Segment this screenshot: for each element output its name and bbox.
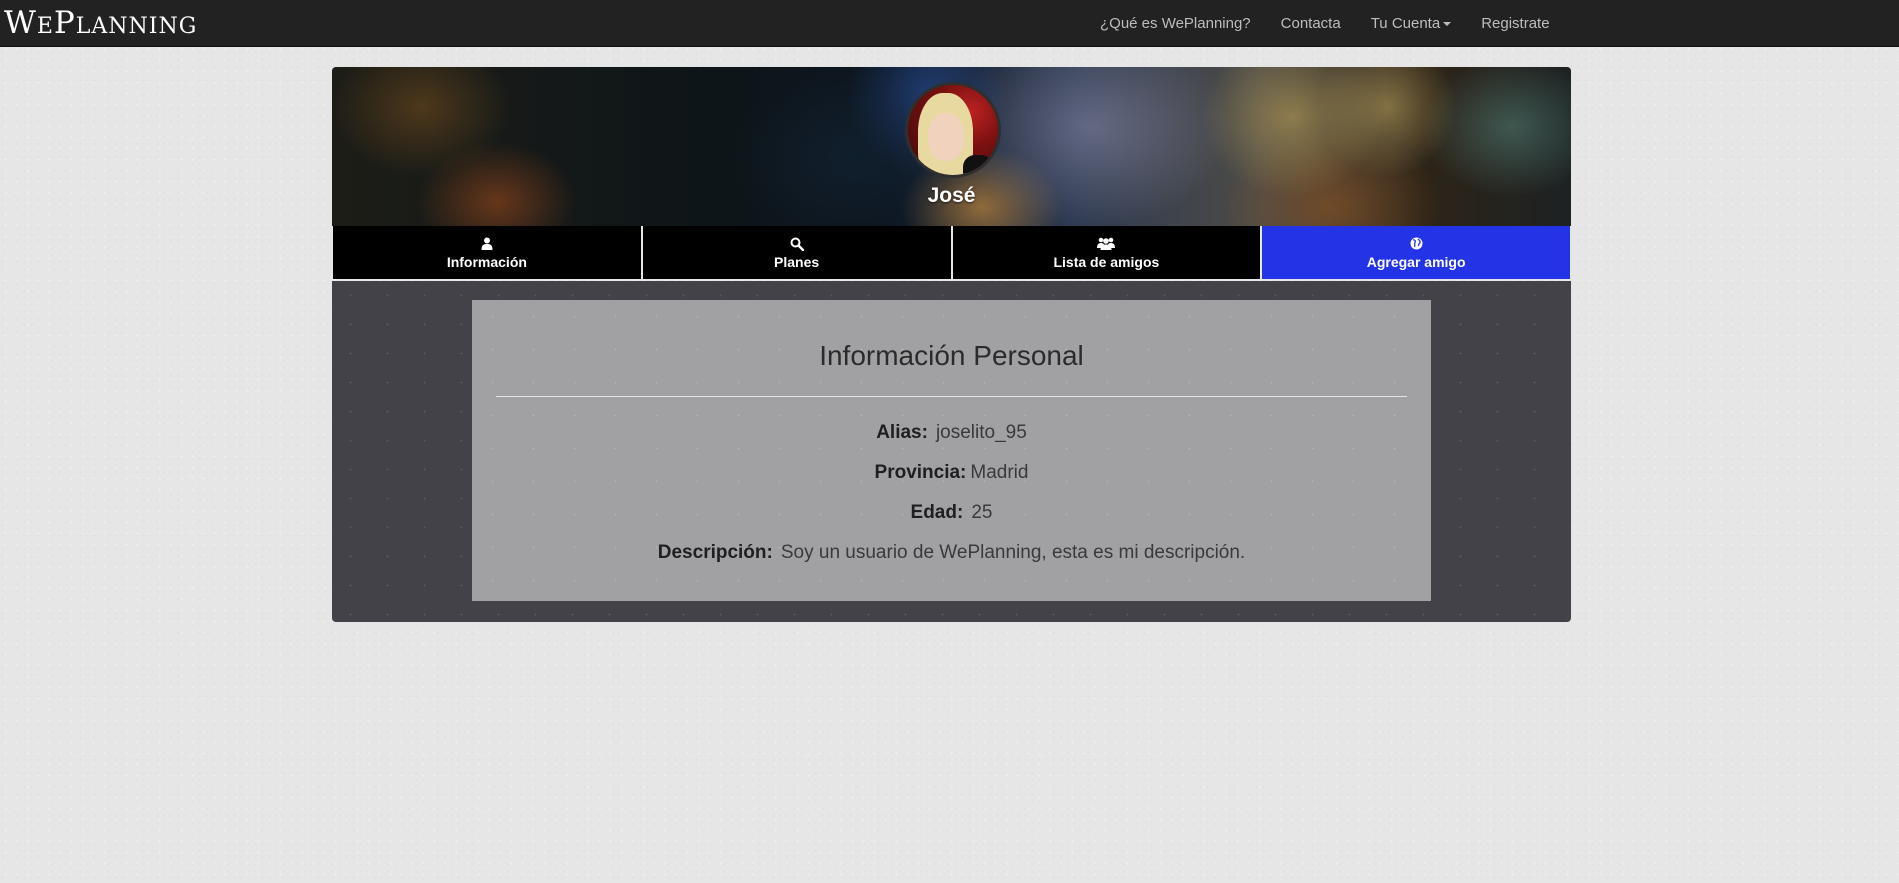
tab-agregar-amigo-label: Agregar amigo [1366,253,1466,270]
tab-planes-label: Planes [774,253,820,270]
nav-contact-link[interactable]: Contacta [1266,0,1356,47]
nav-menu: ¿Qué es WePlanning? Contacta Tu Cuenta R… [1085,0,1565,47]
nav-account-label: Tu Cuenta [1370,15,1441,32]
alias-value: joselito_95 [935,422,1027,443]
personal-info-card: Información Personal Alias: joselito_95 P… [472,300,1431,601]
tab-lista-amigos-label: Lista de amigos [1053,253,1160,270]
profile-name: José [927,184,976,207]
search-icon [790,236,804,252]
province-label: Provincia: [874,462,967,483]
alias-label: Alias: [876,422,928,443]
profile-cover: José [332,67,1571,226]
users-icon [1097,236,1116,252]
nav-account-dropdown[interactable]: Tu Cuenta [1356,0,1467,47]
age-label: Edad: [910,502,964,523]
age-value: 25 [971,502,993,523]
description-row: Descripción: Soy un usuario de WePlanning… [472,542,1431,564]
profile-tabs: Información Planes Lista de amigos Agreg… [332,226,1571,280]
globe-icon [1410,236,1423,252]
navbar: WePlanning ¿Qué es WePlanning? Contacta … [0,0,1899,47]
description-label: Descripción: [657,542,773,563]
alias-row: Alias: joselito_95 [472,422,1431,444]
tab-agregar-amigo[interactable]: Agregar amigo [1261,226,1571,280]
age-row: Edad: 25 [472,502,1431,524]
brand-logo[interactable]: WePlanning [4,2,197,44]
divider [496,396,1407,397]
nav-about-link[interactable]: ¿Qué es WePlanning? [1085,0,1266,47]
description-value: Soy un usuario de WePlanning, esta es mi… [780,542,1246,563]
user-icon [481,236,493,252]
tab-lista-amigos[interactable]: Lista de amigos [951,226,1262,280]
tab-informacion-label: Información [446,253,527,270]
personal-info-title: Información Personal [819,340,1084,371]
caret-down-icon [1443,21,1452,26]
province-row: Provincia: Madrid [472,462,1431,484]
avatar [905,82,1001,178]
tab-informacion[interactable]: Información [332,226,642,280]
tab-planes[interactable]: Planes [641,226,952,280]
nav-register-link[interactable]: Registrate [1466,0,1564,47]
profile-content-panel: Información Personal Alias: joselito_95 P… [332,281,1571,622]
province-value: Madrid [970,462,1029,483]
